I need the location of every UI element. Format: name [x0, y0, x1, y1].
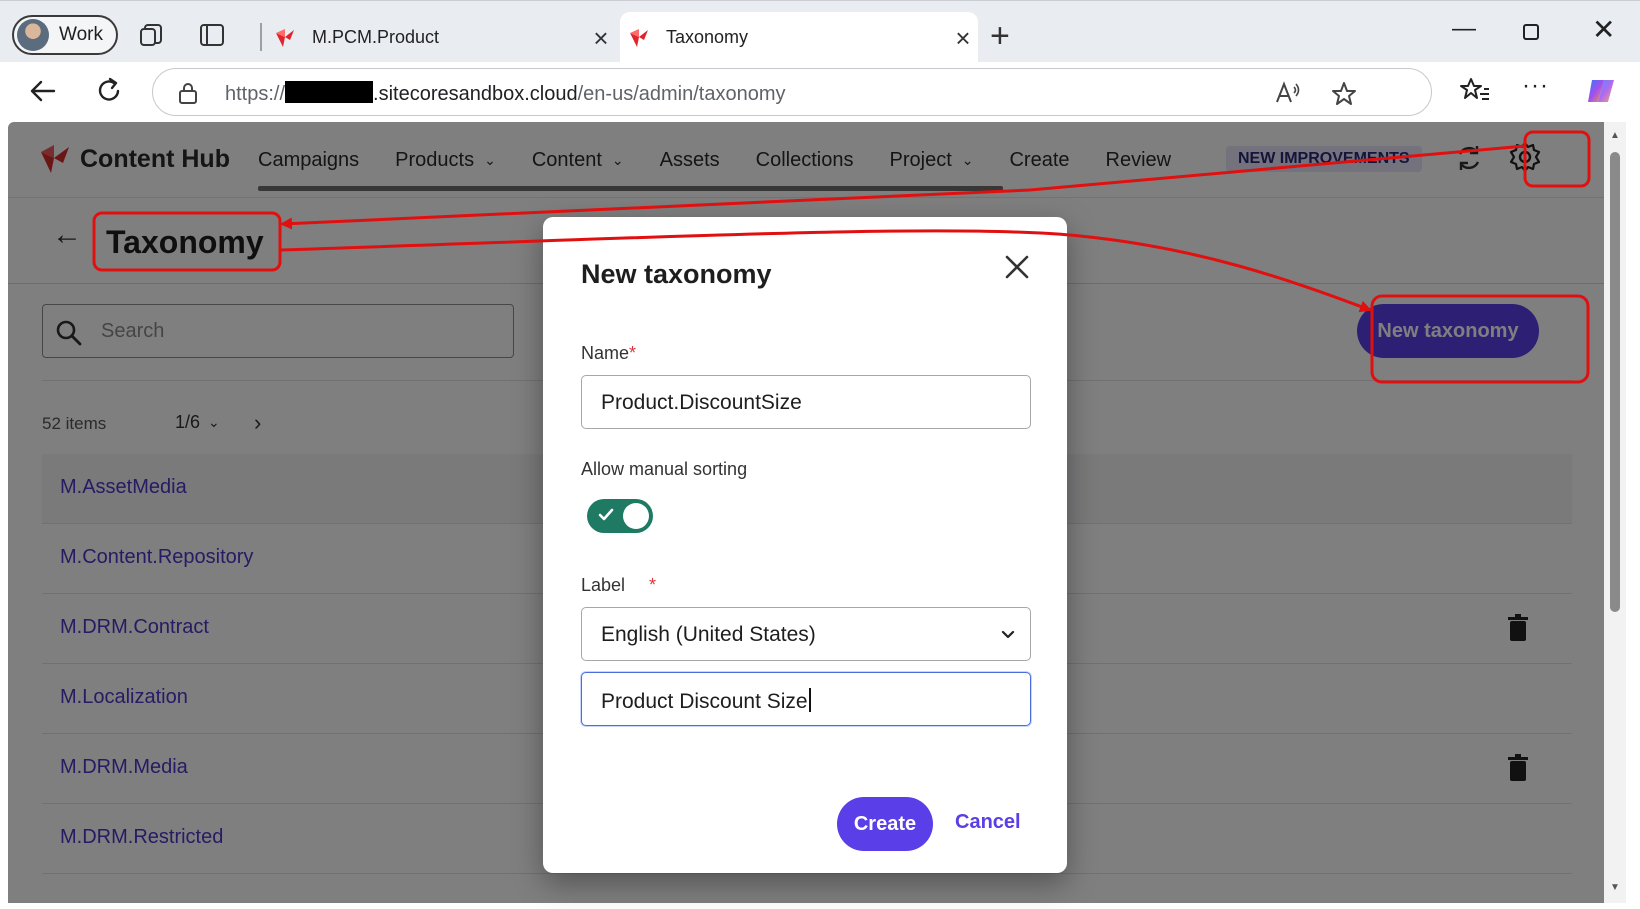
cancel-button[interactable]: Cancel — [955, 811, 1021, 834]
scroll-up-icon[interactable]: ▲ — [1610, 130, 1620, 141]
maximize-icon[interactable] — [1522, 23, 1540, 41]
check-icon — [598, 508, 614, 521]
close-window-icon[interactable]: ✕ — [1592, 13, 1615, 46]
workspaces-icon[interactable] — [138, 21, 166, 49]
chevron-down-icon — [1001, 630, 1015, 639]
sitecore-favicon — [276, 28, 294, 47]
sitecore-favicon — [630, 28, 648, 47]
more-options-icon[interactable]: ··· — [1522, 72, 1556, 106]
profile-button[interactable]: Work — [12, 15, 118, 55]
profile-label: Work — [59, 24, 103, 45]
tab-separator — [260, 23, 262, 51]
profile-avatar — [17, 19, 49, 51]
create-button[interactable]: Create — [837, 797, 933, 851]
url-field[interactable]: https:// .sitecoresandbox.cloud/en-us/adm… — [152, 68, 1432, 116]
url-domain: .sitecoresandbox.cloud — [373, 83, 578, 105]
url-prefix: https:// — [225, 83, 286, 105]
label-field-label: Label * — [581, 575, 656, 596]
language-select-value: English (United States) — [601, 623, 816, 646]
new-tab-icon[interactable]: + — [990, 19, 1010, 53]
minimize-icon[interactable]: — — [1452, 15, 1476, 43]
reload-icon[interactable] — [92, 74, 126, 108]
tab-mpcm-product[interactable]: M.PCM.Product × — [266, 12, 616, 63]
label-input-text: Product Discount Size — [601, 690, 808, 713]
tab-title: Taxonomy — [666, 27, 749, 47]
text-caret — [808, 688, 811, 712]
read-aloud-icon[interactable] — [1275, 81, 1301, 105]
page-scrollbar[interactable]: ▲ ▼ — [1604, 122, 1626, 903]
dialog-title: New taxonomy — [581, 259, 772, 289]
name-input-value: Product.DiscountSize — [601, 391, 802, 414]
name-input[interactable]: Product.DiscountSize — [581, 375, 1031, 429]
lock-icon[interactable] — [177, 81, 199, 105]
label-text: Label — [581, 575, 626, 595]
tab-title: M.PCM.Product — [312, 27, 440, 47]
tab-actions-icon[interactable] — [198, 21, 226, 49]
close-icon[interactable] — [1003, 253, 1031, 281]
required-marker: * — [629, 343, 637, 363]
language-select[interactable]: English (United States) — [581, 607, 1031, 661]
name-field-label: Name* — [581, 343, 636, 364]
close-tab-icon[interactable]: × — [948, 25, 978, 51]
url-text: https:// .sitecoresandbox.cloud/en-us/adm… — [225, 81, 786, 106]
browser-tab-strip: Work M.PCM.Product × Taxonomy × + — ✕ — [0, 0, 1640, 63]
copilot-icon[interactable] — [1584, 74, 1618, 108]
tab-taxonomy[interactable]: Taxonomy × — [620, 12, 978, 63]
favorites-icon[interactable] — [1458, 74, 1492, 108]
label-input-value: Product Discount Size — [601, 688, 811, 714]
required-marker: * — [649, 575, 657, 595]
back-icon[interactable] — [26, 74, 60, 108]
redacted-subdomain — [285, 81, 374, 103]
new-taxonomy-dialog: New taxonomy Name* Product.DiscountSize … — [543, 217, 1067, 873]
address-bar-row: https:// .sitecoresandbox.cloud/en-us/adm… — [0, 62, 1640, 120]
favorite-star-icon[interactable] — [1331, 81, 1357, 107]
toggle-knob — [623, 503, 649, 529]
label-input[interactable]: Product Discount Size — [581, 672, 1031, 726]
sorting-label: Allow manual sorting — [581, 459, 748, 479]
manual-sorting-toggle[interactable] — [587, 499, 653, 533]
label-text: Name — [581, 343, 630, 363]
url-path: /en-us/admin/taxonomy — [577, 83, 786, 105]
scroll-down-icon[interactable]: ▼ — [1610, 882, 1620, 893]
close-tab-icon[interactable]: × — [586, 25, 616, 51]
scrollbar-thumb[interactable] — [1610, 152, 1620, 612]
